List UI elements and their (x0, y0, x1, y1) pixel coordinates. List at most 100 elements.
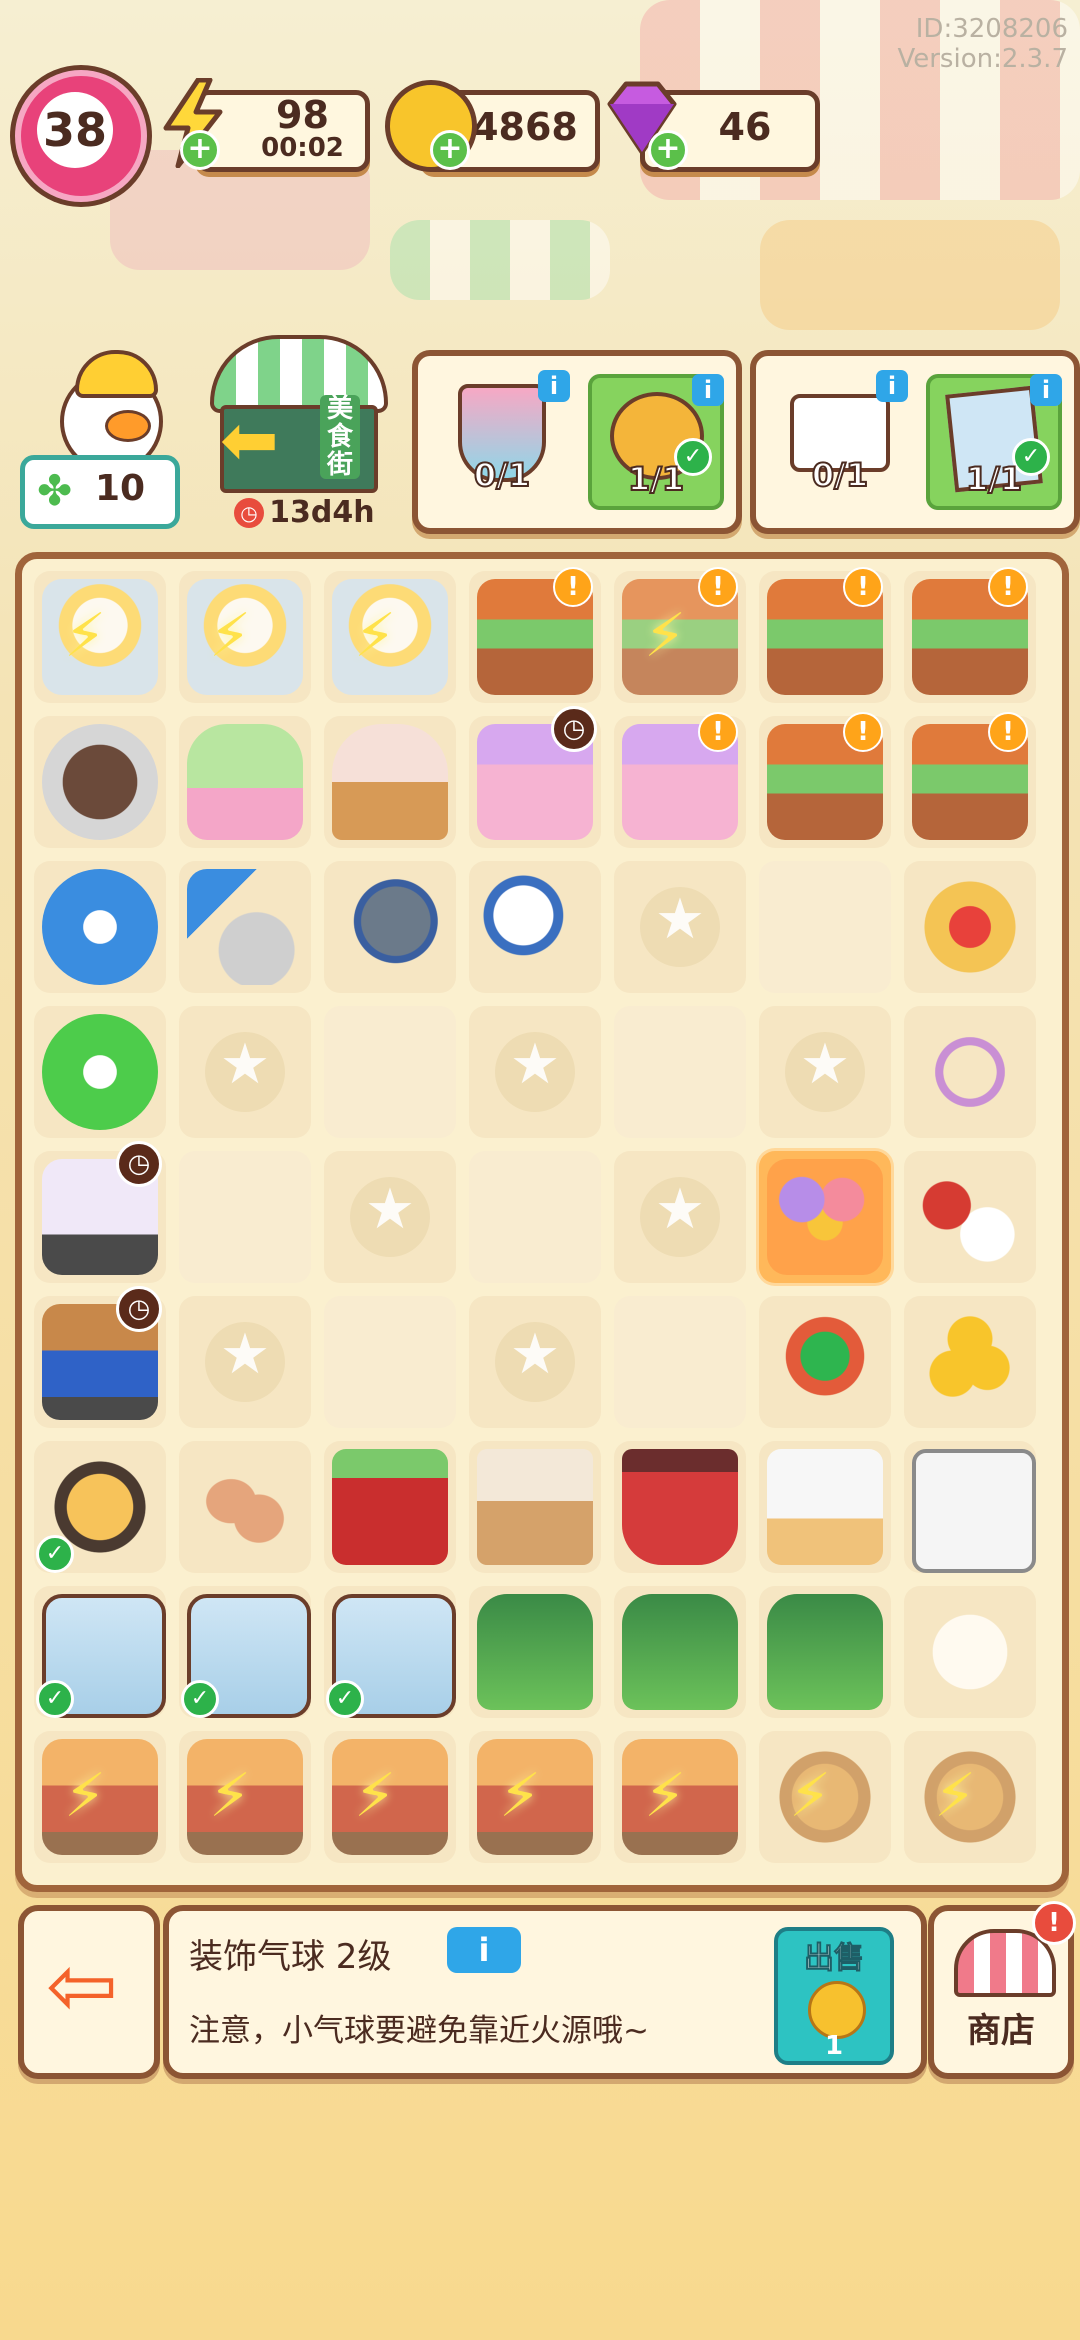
sandwich-icon (912, 869, 1028, 985)
board-cell[interactable]: ✓ (34, 1586, 166, 1718)
board-cell[interactable] (614, 1151, 746, 1283)
board-cell[interactable] (469, 1441, 601, 1573)
board-cell[interactable]: ⚡ (34, 571, 166, 703)
board-cell[interactable] (179, 1441, 311, 1573)
board-cell[interactable] (179, 1151, 311, 1283)
locked-lightning-icon: ⚡ (644, 601, 687, 671)
board-cell[interactable]: ◷ (34, 1286, 166, 1428)
board-cell[interactable] (904, 1586, 1036, 1718)
board-cell[interactable] (34, 861, 166, 993)
board-cell[interactable]: ! (759, 567, 891, 703)
board-cell[interactable] (469, 1296, 601, 1428)
level-badge[interactable]: 38 (15, 70, 147, 202)
board-cell[interactable] (324, 716, 456, 848)
clover-counter[interactable]: ✤ 10 (20, 455, 180, 529)
board-cell[interactable] (904, 1296, 1036, 1428)
takeout-box-icon (767, 1449, 883, 1565)
board-cell[interactable]: ⚡ (34, 1731, 166, 1863)
board-cell[interactable] (324, 1441, 456, 1573)
info-icon[interactable]: i (692, 374, 724, 406)
board-cell[interactable]: ⚡ (324, 571, 456, 703)
board-cell[interactable]: ⚡ (904, 1731, 1036, 1863)
board-cell[interactable] (904, 1006, 1036, 1138)
board-cell[interactable]: ⚡ (179, 571, 311, 703)
coin-plus-icon[interactable]: + (430, 130, 470, 170)
board-cell[interactable]: ⚡ (179, 1731, 311, 1863)
check-icon: ✓ (36, 1535, 74, 1573)
order-panel-2[interactable]: i 0/1 i ✓ 1/1 (750, 350, 1080, 534)
board-cell[interactable] (759, 1006, 891, 1138)
board-cell[interactable] (179, 1006, 311, 1138)
board-cell[interactable]: ! (904, 567, 1036, 703)
balloons-icon (767, 1159, 883, 1275)
shop-button[interactable]: 商店 ! (928, 1901, 1076, 2079)
board-cell[interactable] (324, 1006, 456, 1138)
board-cell[interactable] (759, 1586, 891, 1718)
board-cell[interactable] (759, 1296, 891, 1428)
board-cell[interactable]: ✓ (34, 1441, 166, 1573)
board-cell[interactable] (904, 1151, 1036, 1283)
board-cell[interactable]: ⚡! (614, 567, 746, 703)
info-icon[interactable]: i (876, 370, 908, 402)
icecream-cone-icon (332, 724, 448, 840)
board-cell[interactable] (759, 861, 891, 993)
energy-plus-icon[interactable]: + (180, 130, 220, 170)
bg-shop (760, 220, 1060, 330)
board-cell[interactable] (324, 1151, 456, 1283)
sell-price: 1 (824, 2031, 844, 2061)
board-cell[interactable]: ⚡ (759, 1731, 891, 1863)
board-cell[interactable] (179, 1296, 311, 1428)
board-cell[interactable] (614, 1296, 746, 1428)
board-cell[interactable] (324, 1296, 456, 1428)
board-cell[interactable] (759, 1441, 891, 1573)
order-1-item-2[interactable]: i ✓ 1/1 (588, 374, 724, 510)
sell-button[interactable]: 出售 1 (774, 1927, 894, 2065)
board-cell[interactable]: ! (469, 567, 601, 703)
order-2-item-2[interactable]: i ✓ 1/1 (926, 374, 1062, 510)
board-cell[interactable] (469, 1006, 601, 1138)
order-panel-1[interactable]: i 0/1 i ✓ 1/1 (412, 350, 742, 534)
clock-icon: ◷ (116, 1141, 162, 1187)
order-1-item-1[interactable]: i 0/1 (438, 370, 570, 502)
board-cell[interactable] (904, 1441, 1036, 1573)
board-cell[interactable] (34, 1006, 166, 1138)
board-cell[interactable] (469, 861, 601, 993)
board-cell[interactable] (614, 1586, 746, 1718)
info-icon[interactable]: i (538, 370, 570, 402)
board-cell[interactable] (614, 1441, 746, 1573)
gas-cylinder-icon (477, 1594, 593, 1710)
board-cell[interactable] (469, 1586, 601, 1718)
board-cell[interactable] (759, 1151, 891, 1283)
merge-board[interactable]: ⚡⚡⚡!⚡!!!◷!!!◷◷✓✓✓✓⚡⚡⚡⚡⚡⚡⚡ (15, 552, 1069, 1892)
board-cell[interactable]: ! (759, 712, 891, 848)
board-cell[interactable]: ◷ (469, 706, 601, 848)
board-cell[interactable] (904, 861, 1036, 993)
gem-plus-icon[interactable]: + (648, 130, 688, 170)
empty-takeout-box-icon (912, 1449, 1036, 1573)
duck-worker-avatar[interactable] (35, 340, 165, 473)
board-cell[interactable]: ! (904, 712, 1036, 848)
food-street-event[interactable]: ⬅ 美食街 (200, 335, 388, 495)
board-cell[interactable]: ⚡ (469, 1731, 601, 1863)
board-cell[interactable]: ! (614, 712, 746, 848)
gas-cylinder-icon (622, 1594, 738, 1710)
board-cell[interactable]: ✓ (179, 1586, 311, 1718)
red-bucket-icon (622, 1449, 738, 1565)
board-cell[interactable] (179, 716, 311, 848)
exit-button[interactable]: ⇦ (18, 1905, 160, 2079)
board-cell[interactable] (614, 1006, 746, 1138)
board-cell[interactable] (179, 861, 311, 993)
info-icon[interactable]: i (1030, 374, 1062, 406)
board-cell[interactable]: ◷ (34, 1141, 166, 1283)
board-cell[interactable] (324, 861, 456, 993)
clover-value: 10 (95, 468, 146, 509)
board-cell[interactable]: ⚡ (324, 1731, 456, 1863)
board-cell[interactable] (614, 861, 746, 993)
event-timer: ◷ 13d4h (234, 495, 375, 530)
board-cell[interactable]: ⚡ (614, 1731, 746, 1863)
item-info-button[interactable]: i (447, 1927, 521, 1973)
board-cell[interactable]: ✓ (324, 1586, 456, 1718)
board-cell[interactable] (469, 1151, 601, 1283)
board-cell[interactable] (34, 716, 166, 848)
order-2-item-1[interactable]: i 0/1 (776, 370, 908, 502)
